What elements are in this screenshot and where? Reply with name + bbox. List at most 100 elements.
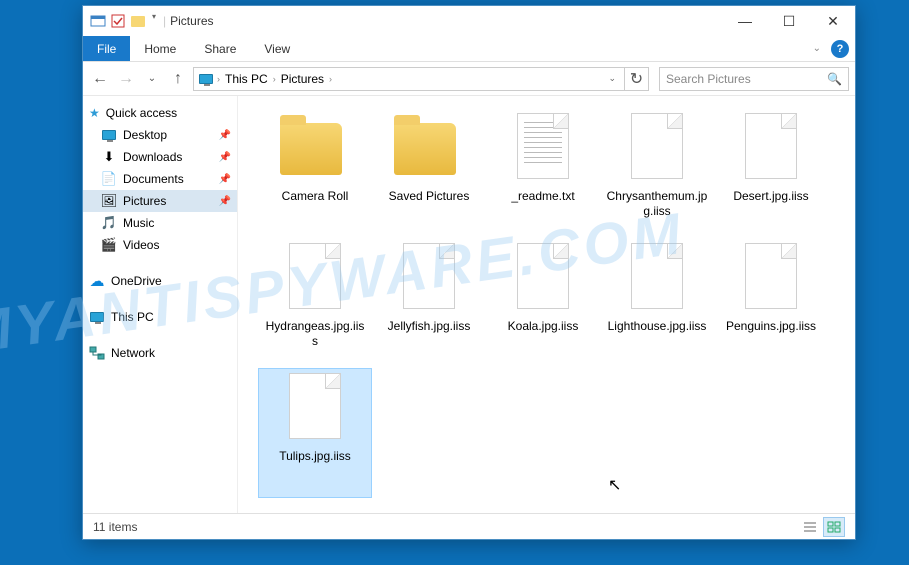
sidebar-item-documents[interactable]: 📄Documents📌 (83, 168, 237, 190)
file-label: Desert.jpg.iiss (733, 189, 808, 204)
address-bar[interactable]: › This PC › Pictures › ⌄ (193, 67, 625, 91)
search-placeholder: Search Pictures (666, 72, 751, 86)
file-item[interactable]: Hydrangeas.jpg.iiss (258, 238, 372, 368)
file-label: Saved Pictures (389, 189, 470, 204)
file-label: Koala.jpg.iiss (508, 319, 579, 334)
sidebar-thispc[interactable]: This PC (83, 306, 237, 328)
sidebar-item-videos[interactable]: 🎬 Videos (83, 234, 237, 256)
file-label: Chrysanthemum.jpg.iiss (605, 189, 709, 219)
file-label: Hydrangeas.jpg.iiss (263, 319, 367, 349)
breadcrumb-root-icon[interactable] (198, 71, 214, 87)
file-icon (745, 113, 797, 179)
qat-newfolder-icon[interactable] (129, 12, 147, 30)
video-icon: 🎬 (101, 237, 117, 253)
ribbon-tabs: File Home Share View ⌄ ? (83, 36, 855, 62)
qat-dropdown-icon[interactable]: ▾ (152, 12, 156, 30)
folder-icon (280, 123, 342, 175)
file-item[interactable]: _readme.txt (486, 108, 600, 238)
qat-properties-icon[interactable] (109, 12, 127, 30)
sidebar-label: Quick access (106, 106, 177, 120)
close-button[interactable]: ✕ (811, 7, 855, 35)
file-label: Penguins.jpg.iiss (726, 319, 816, 334)
forward-button[interactable]: → (115, 68, 137, 90)
navigation-bar: ← → ⌄ ↑ › This PC › Pictures › ⌄ ↻ Searc… (83, 62, 855, 96)
file-icon (745, 243, 797, 309)
tab-share[interactable]: Share (190, 36, 250, 61)
recent-dropdown-icon[interactable]: ⌄ (141, 68, 163, 90)
file-item[interactable]: Koala.jpg.iiss (486, 238, 600, 368)
search-input[interactable]: Search Pictures 🔍 (659, 67, 849, 91)
music-icon: 🎵 (101, 215, 117, 231)
navigation-pane[interactable]: ★ Quick access Desktop 📌 ⬇ Downloads 📌 📄 Docum… (83, 96, 238, 513)
file-item[interactable]: Penguins.jpg.iiss (714, 238, 828, 368)
search-icon: 🔍 (827, 72, 842, 86)
title-bar[interactable]: ▾ | Pictures — ☐ ✕ (83, 6, 855, 36)
sidebar-item-label: Downloads (123, 150, 182, 164)
file-icon (631, 113, 683, 179)
tab-file[interactable]: File (83, 36, 130, 61)
help-icon[interactable]: ? (831, 40, 849, 58)
doc-icon: 📄 (101, 171, 117, 187)
file-item[interactable]: Jellyfish.jpg.iiss (372, 238, 486, 368)
file-label: Tulips.jpg.iiss (279, 449, 351, 464)
window-title: Pictures (170, 14, 213, 28)
sidebar-item-downloads[interactable]: ⬇ Downloads 📌 (83, 146, 237, 168)
sidebar-item-desktop[interactable]: Desktop 📌 (83, 124, 237, 146)
status-bar: 11 items (83, 513, 855, 539)
breadcrumb-sep-icon[interactable]: › (270, 74, 279, 84)
file-icon (289, 243, 341, 309)
address-dropdown-icon[interactable]: ⌄ (604, 73, 620, 84)
maximize-button[interactable]: ☐ (767, 7, 811, 35)
file-list[interactable]: Camera Roll Saved Pictures _readme.txt Chry… (238, 96, 855, 513)
back-button[interactable]: ← (89, 68, 111, 90)
up-button[interactable]: ↑ (167, 68, 189, 90)
breadcrumb-thispc[interactable]: This PC (223, 72, 270, 86)
sidebar-item-label: Pictures (123, 194, 166, 208)
view-details-button[interactable] (799, 517, 821, 537)
sidebar-label: Network (111, 346, 155, 360)
sidebar-onedrive[interactable]: ☁ OneDrive (83, 270, 237, 292)
sidebar-item-label: Documents (123, 172, 184, 186)
minimize-button[interactable]: — (723, 7, 767, 35)
sidebar-label: OneDrive (111, 274, 162, 288)
sidebar-item-label: Desktop (123, 128, 167, 142)
network-icon (89, 345, 105, 361)
file-label: Jellyfish.jpg.iiss (388, 319, 471, 334)
sidebar-network[interactable]: Network (83, 342, 237, 364)
sidebar-item-music[interactable]: 🎵 Music (83, 212, 237, 234)
down-icon: ⬇ (101, 149, 117, 165)
textfile-icon (517, 113, 569, 179)
tab-home[interactable]: Home (130, 36, 190, 61)
file-icon (403, 243, 455, 309)
file-item[interactable]: Desert.jpg.iiss (714, 108, 828, 238)
breadcrumb-sep-icon[interactable]: › (214, 74, 223, 84)
folder-icon (394, 123, 456, 175)
view-icons-button[interactable] (823, 517, 845, 537)
breadcrumb-sep-icon[interactable]: › (326, 74, 335, 84)
monitor-icon (89, 309, 105, 325)
file-item[interactable]: Lighthouse.jpg.iiss (600, 238, 714, 368)
tab-view[interactable]: View (250, 36, 304, 61)
monitor-icon (101, 127, 117, 143)
sidebar-item-pictures[interactable]: 🖼 Pictures 📌 (83, 190, 237, 212)
sidebar-item-label: Videos (123, 238, 159, 252)
pin-icon: 📌 (219, 152, 231, 163)
pic-icon: 🖼 (101, 193, 117, 209)
sidebar-item-label: Music (123, 216, 154, 230)
file-item[interactable]: Camera Roll (258, 108, 372, 238)
file-label: Camera Roll (282, 189, 349, 204)
file-item[interactable]: Tulips.jpg.iiss (258, 368, 372, 498)
file-icon (289, 373, 341, 439)
breadcrumb-pictures[interactable]: Pictures (279, 72, 326, 86)
pin-icon: 📌 (219, 196, 231, 207)
refresh-button[interactable]: ↻ (625, 67, 649, 91)
pin-icon: 📌 (219, 130, 231, 141)
file-icon (517, 243, 569, 309)
status-item-count: 11 items (93, 520, 137, 534)
file-label: _readme.txt (511, 189, 574, 204)
star-icon: ★ (89, 106, 100, 120)
sidebar-quickaccess[interactable]: ★ Quick access (83, 102, 237, 124)
file-item[interactable]: Chrysanthemum.jpg.iiss (600, 108, 714, 238)
ribbon-expand-icon[interactable]: ⌄ (813, 36, 821, 61)
file-item[interactable]: Saved Pictures (372, 108, 486, 238)
